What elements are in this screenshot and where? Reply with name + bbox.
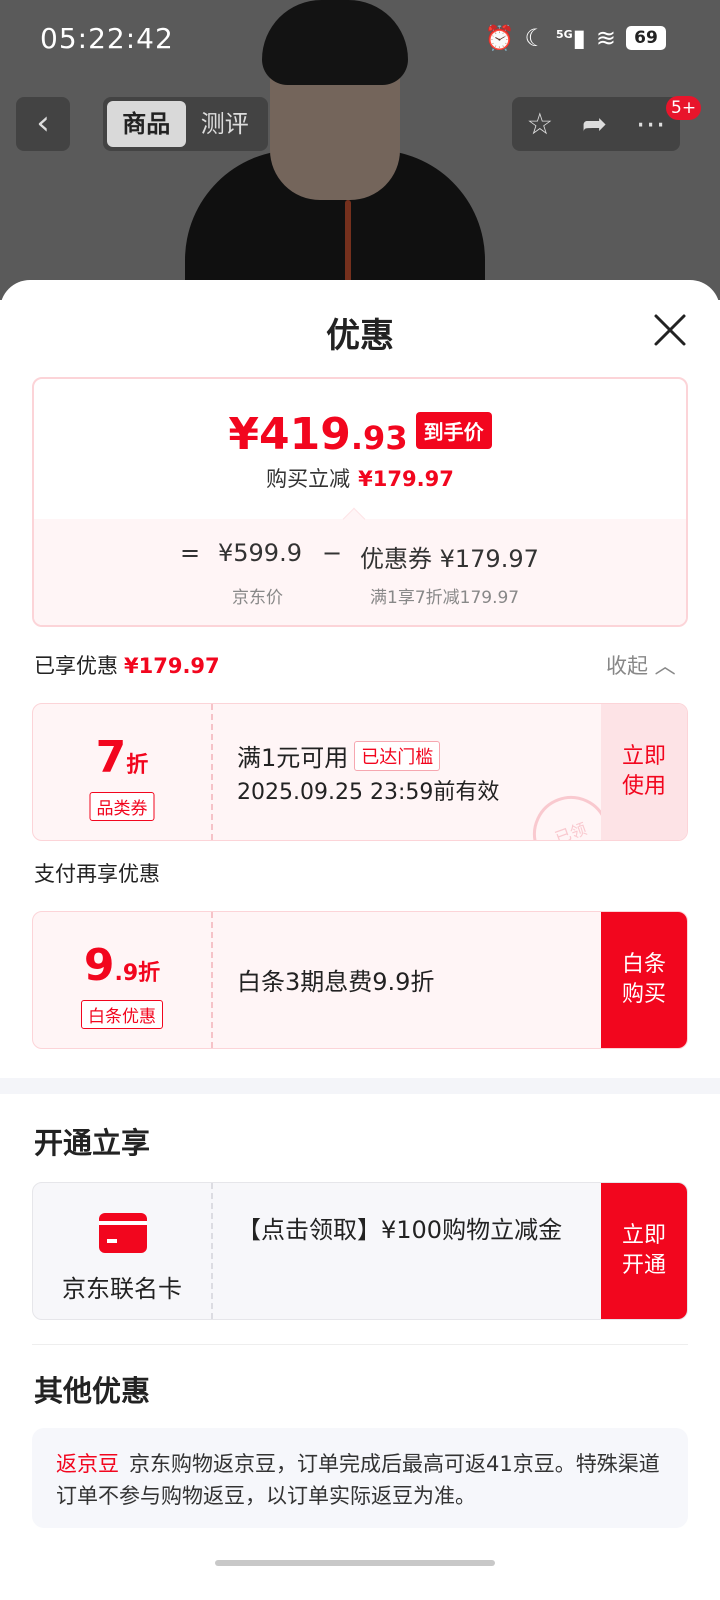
wifi-icon: ≋: [595, 24, 616, 52]
signal-icon: 5G▮: [555, 24, 586, 52]
coupon-rule-label: 满1享7折减179.97: [370, 588, 520, 608]
price-summary-card: ¥419.93 到手价 购买立减 ¥179.97 = ¥599.9 − 优惠券 ¥1…: [32, 377, 688, 627]
star-icon[interactable]: ☆: [526, 107, 553, 142]
base-price: ¥599.9: [218, 539, 302, 567]
category-coupon[interactable]: 7折 品类券 满1元可用 已达门槛 2025.09.25 23:59前有效 已领 …: [32, 703, 688, 841]
share-icon[interactable]: ➦: [582, 107, 607, 142]
pay-section-title: 支付再享优惠: [34, 862, 160, 886]
use-coupon-button[interactable]: 立即使用: [601, 704, 687, 840]
co-branded-card-offer[interactable]: 京东联名卡 【点击领取】¥100购物立减金 立即开通: [32, 1182, 688, 1320]
coupon-type: 白条优惠: [81, 1000, 163, 1029]
coupon-type: 品类券: [89, 792, 155, 821]
discount-sheet: 优惠 ¥419.93 到手价 购买立减 ¥179.97 = ¥599.9 − 优惠券…: [0, 280, 720, 1600]
status-time: 05:22:42: [40, 22, 174, 55]
baitiao-coupon[interactable]: 9.9折 白条优惠 白条3期息费9.9折 白条购买: [32, 911, 688, 1049]
base-price-label: 京东价: [232, 588, 283, 608]
open-card-button[interactable]: 立即开通: [601, 1183, 687, 1319]
baitiao-buy-button[interactable]: 白条购买: [601, 912, 687, 1048]
card-offer-text: 【点击领取】¥100购物立减金: [237, 1216, 563, 1244]
message-badge: 5+: [666, 96, 702, 120]
credit-card-icon: [99, 1213, 147, 1253]
open-section-title: 开通立享: [34, 1126, 151, 1160]
jingdou-tag: 返京豆: [56, 1452, 119, 1476]
final-price: ¥419.93: [228, 409, 408, 460]
instant-discount-row: 购买立减 ¥179.97: [266, 467, 454, 491]
header-tools: ☆ ➦ ⋯: [512, 97, 680, 151]
close-icon[interactable]: [650, 310, 690, 350]
more-icon[interactable]: ⋯: [636, 107, 666, 142]
card-name: 京东联名卡: [62, 1275, 182, 1303]
section-divider: [0, 1078, 720, 1094]
coupon-condition: 满1元可用 已达门槛: [237, 738, 441, 774]
tab-review[interactable]: 测评: [186, 101, 265, 147]
jingdou-text: 京东购物返京豆，订单完成后最高可返41京豆。特殊渠道订单不参与购物返豆，以订单实…: [56, 1452, 660, 1508]
final-price-row: ¥419.93 到手价: [34, 409, 686, 460]
coupon-value: 9.9折: [83, 940, 161, 991]
home-indicator[interactable]: [215, 1560, 495, 1566]
price-formula: = ¥599.9 − 优惠券 ¥179.97 京东价 满1享7折减179.97: [34, 507, 686, 625]
status-bar: 05:22:42 ⏰ ☾ 5G▮ ≋ 69: [0, 0, 720, 80]
coupon-description: 白条3期息费9.9折: [237, 968, 435, 996]
sheet-title: 优惠: [326, 316, 394, 356]
minus-sign: −: [322, 539, 343, 567]
battery-icon: 69: [626, 26, 666, 50]
final-price-tag: 到手价: [415, 412, 492, 449]
equals-sign: =: [180, 539, 201, 567]
threshold-badge: 已达门槛: [354, 741, 441, 771]
coupon-validity: 2025.09.25 23:59前有效: [237, 780, 500, 805]
back-button[interactable]: ‹: [16, 97, 70, 151]
product-tabs: 商品 测评: [103, 97, 268, 151]
coupon-value: 7折: [95, 732, 149, 783]
moon-icon: ☾: [524, 24, 546, 52]
enjoyed-discount: 已享优惠 ¥179.97: [34, 654, 220, 678]
other-section-title: 其他优惠: [34, 1374, 151, 1408]
status-icons: ⏰ ☾ 5G▮ ≋ 69: [485, 24, 666, 52]
divider-line: [32, 1344, 688, 1345]
alarm-icon: ⏰: [484, 24, 515, 52]
coupon-amount: 优惠券 ¥179.97: [360, 545, 539, 573]
jingdou-rebate-info: 返京豆 京东购物返京豆，订单完成后最高可返41京豆。特殊渠道订单不参与购物返豆，以…: [32, 1428, 688, 1528]
tab-product[interactable]: 商品: [107, 101, 186, 147]
collapse-button[interactable]: 收起 ︿: [606, 650, 676, 680]
